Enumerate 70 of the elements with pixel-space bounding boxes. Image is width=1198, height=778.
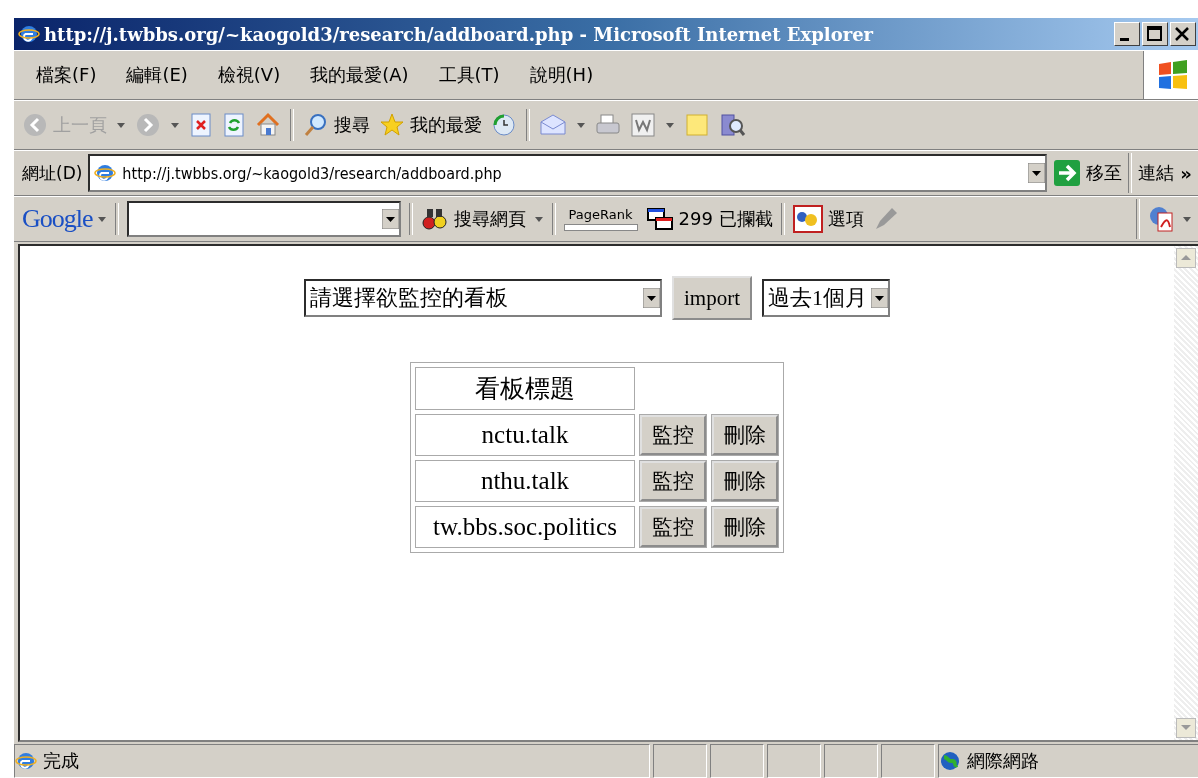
status-bar-pane — [881, 744, 935, 778]
menu-item[interactable]: 說明(H) — [529, 63, 594, 87]
search-web-button[interactable]: 搜尋網頁 — [420, 205, 526, 233]
search-button[interactable]: 搜尋 — [303, 112, 370, 138]
monitor-button[interactable]: 監控 — [640, 415, 706, 455]
dropdown-arrow-icon[interactable] — [1028, 163, 1046, 183]
go-button[interactable]: 移至 — [1053, 159, 1123, 187]
history-icon[interactable] — [491, 112, 517, 138]
delete-button[interactable]: 刪除 — [712, 415, 778, 455]
google-search-field[interactable] — [126, 201, 401, 237]
stop-icon[interactable] — [189, 113, 213, 137]
dropdown-arrow-icon — [643, 288, 660, 308]
dropdown-caret-icon[interactable] — [576, 120, 586, 130]
delete-button[interactable]: 刪除 — [712, 507, 778, 547]
globe-icon — [939, 750, 961, 772]
search-icon — [303, 112, 329, 138]
table-cell: nthu.talk — [415, 460, 635, 502]
page-icon — [15, 750, 37, 772]
address-field[interactable]: http://j.twbbs.org/~kaogold3/research/addboard.php — [88, 154, 1048, 192]
close-button[interactable] — [1170, 22, 1196, 46]
pagerank-meter: PageRank — [563, 207, 638, 231]
dropdown-caret-icon — [96, 214, 107, 224]
links-button[interactable]: 連結 — [1138, 161, 1175, 185]
status-bar-pane — [824, 744, 878, 778]
pdf-icon[interactable] — [1148, 205, 1174, 233]
minimize-button[interactable] — [1114, 22, 1140, 46]
dropdown-caret-icon[interactable] — [170, 120, 180, 130]
maximize-button[interactable] — [1142, 22, 1168, 46]
browser-logo-icon — [18, 23, 40, 45]
dropdown-arrow-icon — [871, 288, 888, 308]
dropdown-caret-icon[interactable] — [1182, 214, 1192, 224]
chevron-button[interactable]: » — [1180, 162, 1192, 184]
status-bar-pane — [710, 744, 764, 778]
windows-icon — [645, 207, 674, 231]
window-title: http://j.twbbs.org/~kaogold3/research/addboard.php - Microsoft Internet Explorer — [44, 23, 875, 45]
home-icon[interactable] — [255, 112, 281, 138]
refresh-icon[interactable] — [222, 113, 246, 137]
research-icon[interactable] — [719, 112, 747, 138]
table-cell: nctu.talk — [415, 414, 635, 456]
table-cell: tw.bbs.soc.politics — [415, 506, 635, 548]
address-label: 網址(D) — [22, 161, 83, 185]
options-button[interactable]: 選項 — [792, 205, 864, 233]
dropdown-caret-icon[interactable] — [665, 120, 675, 130]
star-icon — [379, 112, 405, 138]
status-text: 完成 — [43, 749, 79, 773]
menu-item[interactable]: 檔案(F) — [36, 63, 97, 87]
dropdown-arrow-icon[interactable] — [381, 209, 399, 229]
monitor-button[interactable]: 監控 — [640, 461, 706, 501]
board-select[interactable]: 請選擇欲監控的看板 — [304, 279, 662, 317]
table-header-cell: 看板標題 — [415, 367, 635, 410]
dropdown-caret-icon[interactable] — [533, 214, 544, 224]
favorites-button[interactable]: 我的最愛 — [379, 112, 482, 138]
page-icon — [94, 162, 117, 184]
import-button[interactable]: import — [672, 276, 752, 320]
monitor-button[interactable]: 監控 — [640, 507, 706, 547]
menu-item[interactable]: 工具(T) — [438, 63, 500, 87]
menu-item[interactable]: 檢視(V) — [217, 63, 281, 87]
word-document-icon[interactable] — [630, 112, 656, 138]
options-icon — [792, 205, 823, 233]
popup-blocker-button[interactable]: 299 已攔截 — [645, 207, 773, 231]
google-logo[interactable]: Google — [22, 204, 107, 234]
zone-text: 網際網路 — [967, 749, 1039, 773]
delete-button[interactable]: 刪除 — [712, 461, 778, 501]
status-bar-pane — [653, 744, 707, 778]
menu-item[interactable]: 編輯(E) — [126, 63, 188, 87]
period-select[interactable]: 過去1個月 — [762, 279, 890, 317]
menu-item[interactable]: 我的最愛(A) — [310, 63, 409, 87]
status-bar-pane — [767, 744, 821, 778]
printer-icon[interactable] — [595, 113, 621, 137]
dropdown-caret-icon[interactable] — [116, 120, 126, 130]
